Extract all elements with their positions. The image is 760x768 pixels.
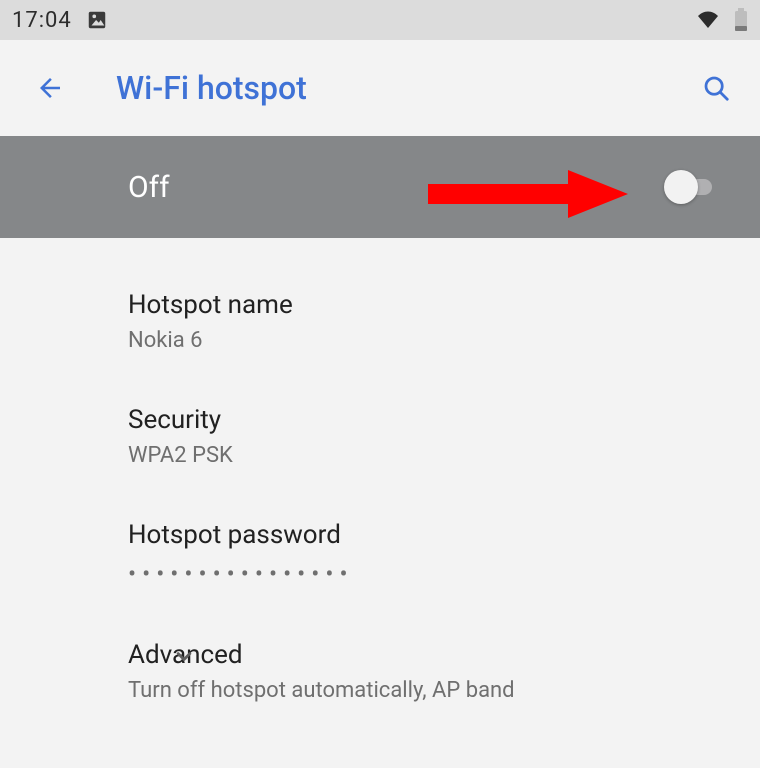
security-item[interactable]: Security WPA2 PSK [128,353,720,468]
advanced-value: Turn off hotspot automatically, AP band [128,678,720,703]
password-item[interactable]: Hotspot password •••••••••••••••• [128,468,720,588]
back-button[interactable] [30,68,70,108]
app-bar: Wi-Fi hotspot [0,40,760,136]
hotspot-toggle-row[interactable]: Off [0,136,760,238]
password-title: Hotspot password [128,520,720,550]
advanced-item[interactable]: Advanced Turn off hotspot automatically,… [128,588,720,703]
settings-list: Hotspot name Nokia 6 Security WPA2 PSK H… [0,238,760,703]
password-masked-value: •••••••••••••••• [128,560,720,588]
hotspot-name-value: Nokia 6 [128,328,720,353]
search-button[interactable] [696,68,736,108]
status-clock: 17:04 [12,8,72,33]
chevron-down-icon [170,642,198,670]
hotspot-switch[interactable] [664,175,720,199]
wifi-icon [696,8,720,32]
hotspot-name-title: Hotspot name [128,290,720,320]
hotspot-name-item[interactable]: Hotspot name Nokia 6 [128,238,720,353]
security-title: Security [128,405,720,435]
search-icon [701,73,731,103]
page-title: Wi-Fi hotspot [116,69,307,107]
annotation-arrow-icon [428,170,628,204]
advanced-title: Advanced [128,640,720,670]
status-bar: 17:04 [0,0,760,40]
security-value: WPA2 PSK [128,443,720,468]
picture-icon [86,9,108,31]
expand-chevron[interactable] [164,636,204,676]
back-arrow-icon [35,73,65,103]
switch-thumb [664,170,698,204]
status-left: 17:04 [12,8,108,33]
hotspot-state-label: Off [128,170,170,205]
screen: 17:04 Wi-Fi hotspot Of [0,0,760,768]
status-right [696,8,748,32]
battery-icon [734,8,748,32]
